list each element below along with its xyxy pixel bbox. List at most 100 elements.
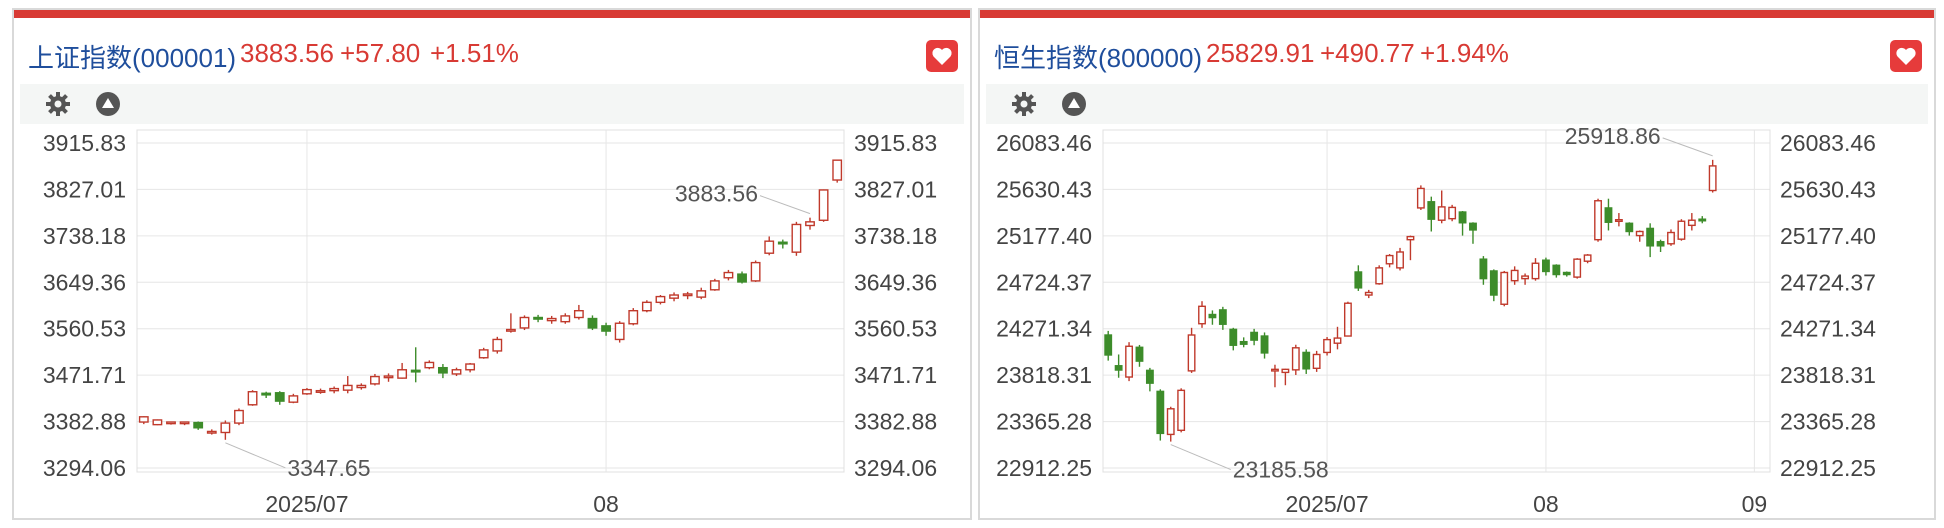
candle-body	[247, 391, 258, 406]
candle-up	[1448, 204, 1457, 222]
candle-up	[682, 291, 693, 300]
candle-body	[424, 361, 435, 369]
candle-body	[410, 369, 421, 373]
candle-body	[220, 422, 231, 434]
annotation-leader	[1662, 137, 1713, 157]
candle-up	[302, 388, 312, 395]
candle-body	[1354, 271, 1363, 289]
candle-down	[437, 364, 448, 379]
candle-body	[1625, 222, 1634, 233]
candle-up	[1166, 406, 1175, 442]
candle-body	[1604, 207, 1613, 223]
y-tick-label-left: 23818.31	[996, 362, 1092, 388]
y-tick-label-left: 3560.53	[43, 316, 126, 342]
candle-up	[723, 269, 734, 281]
candle-down	[261, 391, 272, 398]
candle-body	[1583, 254, 1592, 262]
candle-up	[1271, 364, 1279, 388]
candle-body	[383, 375, 394, 379]
candle-body	[1375, 267, 1384, 285]
candle-down	[1250, 328, 1259, 346]
x-tick-label: 08	[593, 491, 619, 517]
candle-body	[1656, 241, 1665, 247]
candle-up	[220, 420, 231, 440]
candle-body	[1271, 368, 1279, 372]
candle-down	[1260, 332, 1269, 359]
candle-body	[370, 375, 380, 385]
candle-body	[1677, 220, 1686, 240]
y-tick-label-left: 25630.43	[996, 176, 1092, 202]
candle-body	[315, 389, 326, 393]
candle-up	[1667, 229, 1675, 246]
y-tick-label-left: 24724.37	[996, 269, 1092, 295]
candle-body	[1291, 347, 1300, 371]
candle-up	[1521, 273, 1530, 285]
candle-body	[791, 223, 802, 253]
candle-up	[505, 313, 516, 333]
candle-down	[193, 421, 204, 430]
candle-down	[1104, 330, 1113, 361]
candle-body	[1698, 218, 1707, 222]
candle-body	[1458, 211, 1467, 224]
candle-body	[1343, 302, 1352, 337]
y-tick-label-right: 22912.25	[1780, 455, 1876, 481]
candle-body	[1541, 259, 1550, 273]
y-tick-label-right: 3471.71	[854, 362, 937, 388]
candle-down	[1156, 389, 1165, 441]
candle-body	[560, 315, 571, 323]
x-tick-label: 08	[1533, 491, 1559, 517]
y-tick-label-left: 22912.25	[996, 455, 1092, 481]
candle-down	[1552, 264, 1561, 278]
candle-body	[1448, 206, 1457, 220]
candle-up	[1635, 230, 1644, 242]
candle-body	[478, 349, 489, 359]
annotation-leader	[225, 442, 286, 469]
candle-down	[1218, 306, 1227, 330]
candle-up	[356, 383, 367, 390]
candle-body	[1396, 251, 1404, 269]
candle-down	[1208, 310, 1217, 325]
candlestick-chart: 3915.83 3915.83 3827.01 3827.01 3738.18 3738.…	[43, 129, 937, 517]
candle-down	[533, 314, 544, 323]
candle-up	[1187, 327, 1196, 373]
candle-down	[410, 347, 421, 383]
candle-down	[777, 239, 788, 249]
candle-body	[206, 430, 217, 434]
candle-up	[546, 315, 557, 324]
candle-body	[1156, 390, 1165, 435]
candle-down	[1114, 354, 1123, 378]
candle-body	[1667, 231, 1675, 245]
candle-body	[465, 363, 476, 371]
y-tick-label-left: 3649.36	[43, 269, 126, 295]
candle-down	[1135, 344, 1144, 367]
candle-up	[1594, 198, 1602, 242]
candle-body	[805, 221, 815, 227]
candle-body	[1479, 258, 1488, 280]
candle-up	[832, 159, 843, 183]
y-tick-label-right: 23365.28	[1780, 409, 1876, 435]
candle-body	[546, 317, 557, 322]
candle-body	[696, 290, 707, 298]
candle-up	[152, 419, 163, 426]
candle-up	[166, 421, 176, 425]
candle-body	[601, 325, 611, 332]
y-tick-label-left: 24271.34	[996, 316, 1092, 342]
candle-up	[424, 360, 435, 370]
candle-down	[1239, 337, 1248, 348]
candle-up	[342, 376, 353, 394]
candle-down	[1604, 198, 1613, 231]
candle-up	[669, 292, 679, 302]
high-annotation: 3883.56	[675, 181, 758, 207]
candle-down	[1625, 222, 1634, 236]
candle-body	[1646, 227, 1655, 247]
candle-body	[1469, 222, 1477, 231]
candle-up	[614, 321, 625, 343]
candle-body	[1145, 369, 1154, 384]
y-tick-label-right: 3738.18	[854, 223, 937, 249]
candle-up	[1406, 235, 1415, 261]
candle-body	[492, 338, 503, 352]
y-tick-label-right: 3294.06	[854, 455, 937, 481]
candle-body	[1135, 346, 1144, 362]
candle-up	[1125, 342, 1133, 382]
candle-body	[1125, 345, 1133, 378]
